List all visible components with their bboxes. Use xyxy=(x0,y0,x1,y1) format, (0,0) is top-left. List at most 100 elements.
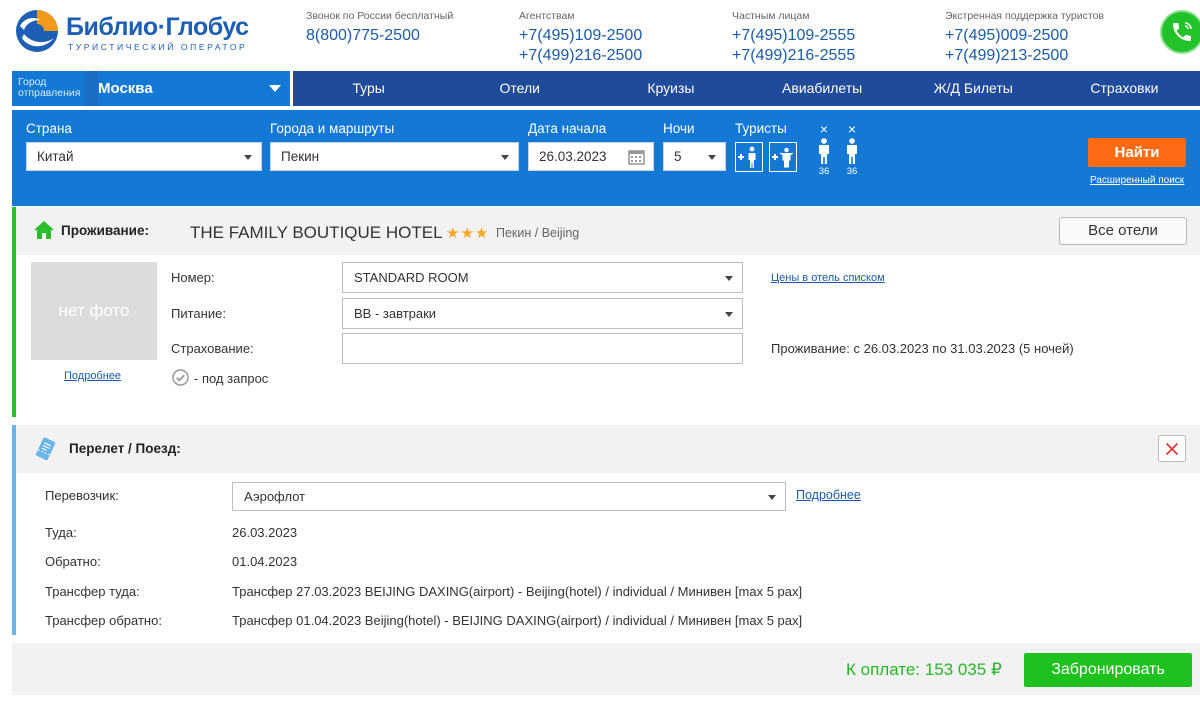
contact-phone[interactable]: +7(495)009-2500 xyxy=(945,26,1104,46)
nav-item-cruises[interactable]: Круизы xyxy=(595,71,746,106)
insurance-field[interactable] xyxy=(342,333,743,364)
chevron-down-icon xyxy=(244,155,252,160)
adult-tourist-icon xyxy=(819,138,829,164)
site-header: Библио·Глобус ТУРИСТИЧЕСКИЙ ОПЕРАТОР Зво… xyxy=(0,0,1200,70)
room-select[interactable]: STANDARD ROOM xyxy=(342,262,743,293)
add-adult-icon xyxy=(738,146,756,168)
route-value: Пекин xyxy=(281,149,320,164)
brand-name: Библио·Глобус xyxy=(66,13,249,41)
flight-section: Перелет / Поезд: Перевозчик: Аэрофлот По… xyxy=(12,425,1200,635)
hotel-city: Пекин / Beijing xyxy=(496,226,580,240)
nights-select[interactable]: 5 xyxy=(663,142,726,171)
transfer-back-label: Трансфер обратно: xyxy=(45,613,162,628)
contact-emergency: Экстренная поддержка туристов +7(495)009… xyxy=(945,10,1104,66)
country-value: Китай xyxy=(37,149,74,164)
room-label: Номер: xyxy=(171,270,215,285)
hotel-details-link[interactable]: Подробнее xyxy=(64,370,121,382)
check-circle-icon xyxy=(172,369,189,386)
stay-info: Проживание: с 26.03.2023 по 31.03.2023 (… xyxy=(771,341,1074,356)
meal-value: BB - завтраки xyxy=(354,306,437,321)
contact-phone[interactable]: +7(495)109-2500 xyxy=(519,26,642,46)
country-label: Страна xyxy=(26,121,72,136)
nav-item-trains[interactable]: Ж/Д Билеты xyxy=(898,71,1049,106)
remove-flight-button[interactable] xyxy=(1158,435,1186,462)
departure-city-label: Город отправления xyxy=(18,76,81,99)
all-hotels-button[interactable]: Все отели xyxy=(1059,217,1187,245)
tourist-1-age: 36 xyxy=(818,166,830,177)
calendar-icon[interactable] xyxy=(628,149,645,165)
transfer-out-value: Трансфер 27.03.2023 BEIJING DAXING(airpo… xyxy=(232,584,803,599)
find-button[interactable]: Найти xyxy=(1088,138,1186,167)
departure-city-select[interactable]: Город отправления Москва xyxy=(12,71,290,106)
globe-logo-icon xyxy=(16,10,58,52)
contact-phone[interactable]: +7(499)216-2500 xyxy=(519,46,642,66)
return-label: Обратно: xyxy=(45,554,101,569)
contact-agencies: Агентствам +7(495)109-2500 +7(499)216-25… xyxy=(519,10,642,66)
brand-tagline: ТУРИСТИЧЕСКИЙ ОПЕРАТОР xyxy=(68,42,248,52)
add-child-icon xyxy=(772,147,794,168)
book-button[interactable]: Забронировать xyxy=(1024,653,1192,687)
contact-phone[interactable]: +7(499)216-2555 xyxy=(732,46,855,66)
accommodation-header: Проживание: THE FAMILY BOUTIQUE HOTEL ★★… xyxy=(16,207,1200,255)
add-child-button[interactable] xyxy=(769,142,797,172)
search-panel: Страна Китай Города и маршруты Пекин Дат… xyxy=(12,110,1200,206)
carrier-label: Перевозчик: xyxy=(45,488,119,503)
nav-item-tours[interactable]: Туры xyxy=(293,71,444,106)
room-value: STANDARD ROOM xyxy=(354,270,469,285)
city-divider xyxy=(84,71,98,106)
nights-label: Ночи xyxy=(663,121,695,136)
chevron-down-icon xyxy=(768,495,776,500)
carrier-select[interactable]: Аэрофлот xyxy=(232,482,786,511)
meal-label: Питание: xyxy=(171,306,226,321)
route-select[interactable]: Пекин xyxy=(270,142,519,171)
start-date-value: 26.03.2023 xyxy=(539,149,607,164)
contact-phone[interactable]: 8(800)775-2500 xyxy=(306,26,453,46)
contact-phone[interactable]: +7(499)213-2500 xyxy=(945,46,1104,66)
nav-item-hotels[interactable]: Отели xyxy=(444,71,595,106)
brand-logo[interactable]: Библио·Глобус ТУРИСТИЧЕСКИЙ ОПЕРАТОР xyxy=(14,8,249,54)
contact-label: Частным лицам xyxy=(732,10,810,22)
remove-tourist-1-button[interactable]: × xyxy=(817,121,831,137)
transfer-back-value: Трансфер 01.04.2023 Beijing(hotel) - BEI… xyxy=(232,613,803,628)
start-date-label: Дата начала xyxy=(528,121,607,136)
main-nav: Город отправления Москва Туры Отели Круи… xyxy=(12,71,1200,106)
meal-select[interactable]: BB - завтраки xyxy=(342,298,743,329)
nav-item-insurance[interactable]: Страховки xyxy=(1049,71,1200,106)
remove-tourist-2-button[interactable]: × xyxy=(845,121,859,137)
chevron-down-icon xyxy=(725,276,733,281)
outbound-date: 26.03.2023 xyxy=(232,525,298,540)
return-date: 01.04.2023 xyxy=(232,554,298,569)
contact-individuals: Частным лицам +7(495)109-2555 +7(499)216… xyxy=(732,10,855,66)
flight-header: Перелет / Поезд: xyxy=(16,425,1200,473)
nights-value: 5 xyxy=(674,149,682,164)
on-request-status: - под запрос xyxy=(194,371,269,386)
chevron-down-icon xyxy=(708,155,716,160)
route-label: Города и маршруты xyxy=(270,121,395,136)
carrier-value: Аэрофлот xyxy=(244,489,306,504)
hotel-name: THE FAMILY BOUTIQUE HOTEL xyxy=(190,223,443,242)
country-select[interactable]: Китай xyxy=(26,142,262,171)
add-adult-button[interactable] xyxy=(735,142,763,172)
contact-label: Агентствам xyxy=(519,10,575,22)
advanced-search-link[interactable]: Расширенный поиск xyxy=(1090,175,1184,186)
flight-title: Перелет / Поезд: xyxy=(69,441,181,456)
nav-item-flights[interactable]: Авиабилеты xyxy=(747,71,898,106)
call-button[interactable] xyxy=(1160,10,1200,54)
transfer-out-label: Трансфер туда: xyxy=(45,584,140,599)
accommodation-section: Проживание: THE FAMILY BOUTIQUE HOTEL ★★… xyxy=(12,207,1200,417)
adult-tourist-icon xyxy=(847,138,857,164)
hotel-prices-list-link[interactable]: Цены в отель списком xyxy=(771,272,885,284)
hotel-stars: ★★★ xyxy=(446,225,490,242)
start-date-input[interactable]: 26.03.2023 xyxy=(528,142,654,171)
contact-phone[interactable]: +7(495)109-2555 xyxy=(732,26,855,46)
contact-label: Экстренная поддержка туристов xyxy=(945,10,1104,22)
flight-details-link[interactable]: Подробнее xyxy=(796,488,861,502)
hotel-photo-placeholder: нет фото xyxy=(31,262,157,360)
tourist-2-age: 36 xyxy=(846,166,858,177)
phone-icon xyxy=(1173,22,1192,41)
chevron-down-icon xyxy=(269,85,281,92)
house-icon xyxy=(34,221,54,239)
contact-label: Звонок по России бесплатный xyxy=(306,10,454,22)
chevron-down-icon xyxy=(725,312,733,317)
tourists-label: Туристы xyxy=(735,121,787,136)
